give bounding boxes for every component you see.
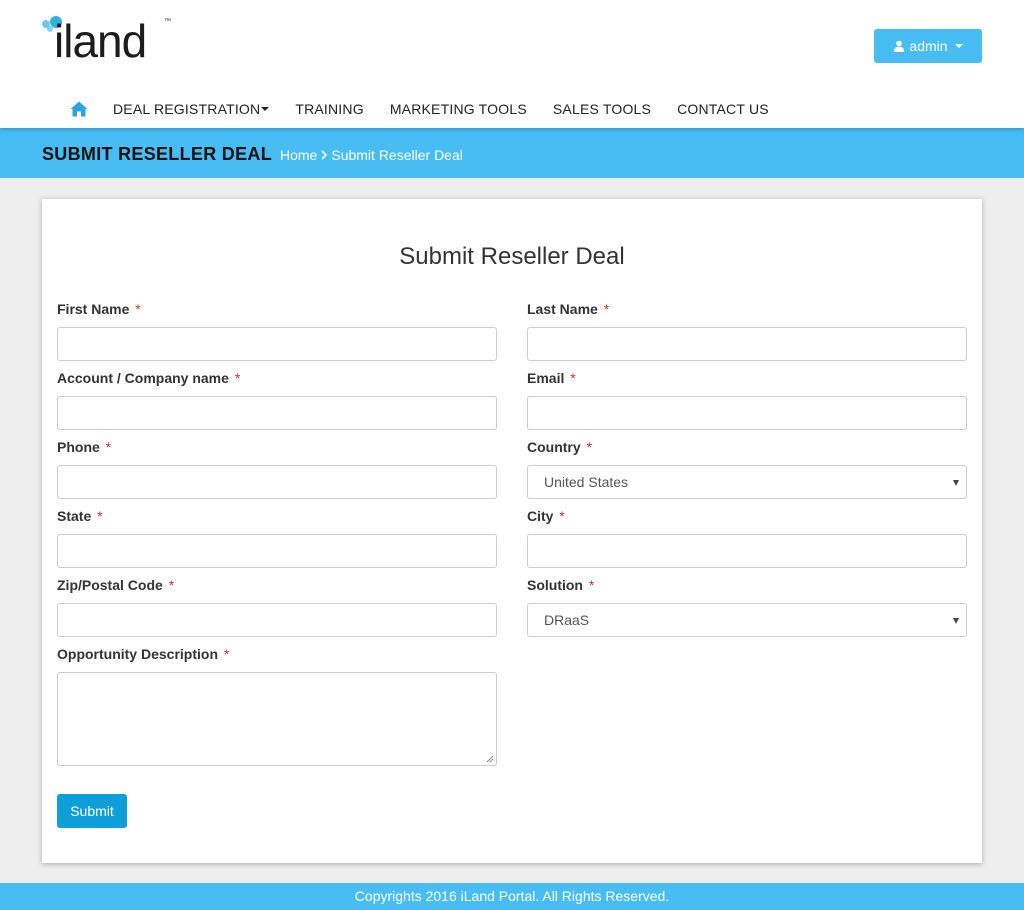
- city-label: City *: [527, 508, 967, 528]
- email-input[interactable]: [527, 396, 967, 430]
- nav-item-label: CONTACT US: [677, 101, 769, 117]
- field-label-text: First Name: [57, 301, 130, 317]
- nav-item-marketing-tools[interactable]: MARKETING TOOLS: [390, 101, 527, 117]
- required-marker: *: [105, 439, 112, 455]
- logo-trademark: ™: [164, 18, 171, 25]
- required-marker: *: [586, 439, 593, 455]
- required-marker: *: [559, 508, 565, 524]
- resize-handle-icon[interactable]: [486, 755, 494, 763]
- first-name-field: First Name *: [57, 301, 497, 361]
- home-icon[interactable]: [70, 101, 88, 117]
- solution-select[interactable]: DRaaS: [527, 603, 967, 637]
- main-nav: DEAL REGISTRATION TRAINING MARKETING TOO…: [70, 98, 795, 120]
- email-label: Email *: [527, 370, 967, 390]
- city-input[interactable]: [527, 534, 967, 568]
- required-marker: *: [168, 577, 175, 593]
- nav-item-training[interactable]: TRAINING: [295, 101, 364, 117]
- last-name-input[interactable]: [527, 327, 967, 361]
- solution-selected-value: DRaaS: [544, 612, 590, 628]
- description-label: Opportunity Description *: [57, 646, 497, 666]
- solution-field: Solution * DRaaS: [527, 577, 967, 637]
- first-name-input[interactable]: [57, 327, 497, 361]
- user-icon: [894, 40, 905, 52]
- country-selected-value: United States: [544, 474, 629, 490]
- company-input[interactable]: [57, 396, 497, 430]
- zip-label: Zip/Postal Code *: [57, 577, 497, 597]
- logo-text: iland: [54, 15, 147, 67]
- description-field: Opportunity Description *: [57, 646, 497, 766]
- phone-field: Phone *: [57, 439, 497, 499]
- field-label-text: Last Name: [527, 301, 598, 317]
- state-label: State *: [57, 508, 497, 528]
- required-marker: *: [223, 646, 230, 662]
- country-select[interactable]: United States: [527, 465, 967, 499]
- nav-item-label: MARKETING TOOLS: [389, 101, 527, 117]
- nav-item-label: DEAL REGISTRATION: [113, 101, 261, 117]
- zip-field: Zip/Postal Code *: [57, 577, 497, 637]
- nav-item-label: SALES TOOLS: [552, 101, 652, 117]
- state-input[interactable]: [57, 534, 497, 568]
- field-label-text: Zip/Postal Code: [57, 577, 163, 593]
- required-marker: *: [570, 370, 576, 386]
- submit-button[interactable]: Submit: [57, 794, 127, 828]
- form-title: Submit Reseller Deal: [399, 243, 625, 270]
- header: iland ™ admin DEAL REGISTRATION TRAINING…: [0, 0, 1024, 128]
- logo-dot: [47, 26, 53, 32]
- state-field: State *: [57, 508, 497, 568]
- chevron-right-icon: [321, 150, 328, 160]
- zip-input[interactable]: [57, 603, 497, 637]
- iland-logo[interactable]: iland ™: [42, 14, 172, 66]
- last-name-label: Last Name *: [527, 301, 967, 321]
- breadcrumb-current: Submit Reseller Deal: [331, 147, 463, 163]
- field-label-text: Solution: [527, 577, 583, 593]
- solution-label: Solution *: [527, 577, 967, 597]
- dropdown-arrow-icon: [953, 480, 959, 486]
- email-field: Email *: [527, 370, 967, 430]
- nav-item-label: TRAINING: [295, 101, 364, 117]
- phone-input[interactable]: [57, 465, 497, 499]
- breadcrumb-home-link[interactable]: Home: [280, 147, 317, 163]
- nav-item-deal-registration[interactable]: DEAL REGISTRATION: [113, 101, 270, 117]
- chevron-down-icon: [954, 44, 963, 48]
- dropdown-arrow-icon: [953, 618, 959, 624]
- company-field: Account / Company name *: [57, 370, 497, 430]
- nav-item-contact-us[interactable]: CONTACT US: [677, 101, 769, 117]
- breadcrumb: Home Submit Reseller Deal: [280, 147, 463, 163]
- city-field: City *: [527, 508, 967, 568]
- country-field: Country * United States: [527, 439, 967, 499]
- company-label: Account / Company name *: [57, 370, 497, 390]
- field-label-text: Opportunity Description: [57, 646, 218, 662]
- description-textarea[interactable]: [57, 672, 497, 766]
- country-label: Country *: [527, 439, 967, 459]
- field-label-text: State: [57, 508, 92, 524]
- field-label-text: City: [527, 508, 554, 524]
- required-marker: *: [97, 508, 103, 524]
- deal-form-card: Submit Reseller Deal First Name * Last N…: [42, 199, 982, 863]
- field-label-text: Country: [527, 439, 581, 455]
- phone-label: Phone *: [57, 439, 497, 459]
- user-menu-button[interactable]: admin: [874, 29, 982, 63]
- chevron-down-icon: [261, 107, 270, 111]
- nav-item-sales-tools[interactable]: SALES TOOLS: [553, 101, 651, 117]
- field-label-text: Phone: [57, 439, 100, 455]
- required-marker: *: [234, 370, 241, 386]
- last-name-field: Last Name *: [527, 301, 967, 361]
- first-name-label: First Name *: [57, 301, 497, 321]
- required-marker: *: [135, 301, 141, 317]
- user-menu-label: admin: [909, 38, 948, 54]
- required-marker: *: [603, 301, 610, 317]
- footer: Copyrights 2016 iLand Portal. All Rights…: [0, 883, 1024, 910]
- page-title: SUBMIT RESELLER DEAL: [42, 144, 273, 164]
- required-marker: *: [588, 577, 595, 593]
- field-label-text: Account / Company name: [57, 370, 229, 386]
- page-banner: SUBMIT RESELLER DEAL Home Submit Reselle…: [0, 128, 1024, 178]
- field-label-text: Email: [527, 370, 565, 386]
